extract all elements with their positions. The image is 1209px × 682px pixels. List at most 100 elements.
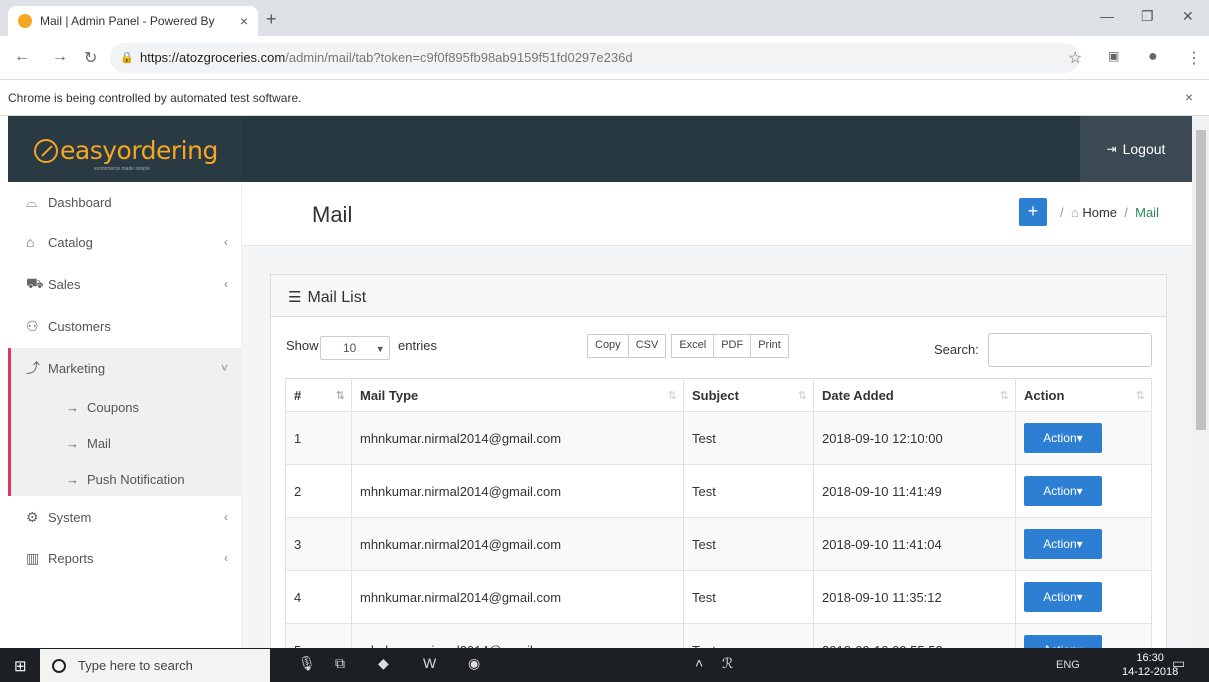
infobar-close-icon[interactable]: × [1185,89,1193,105]
breadcrumb-current: Mail [1135,205,1159,220]
caret-down-icon: ▾ [1076,431,1083,445]
table-header: # ⇅ Mail Type ⇅ Subject ⇅ Date Added ⇅ Actio… [285,378,1152,412]
sidebar-subitem-mail[interactable]: → Mail [8,425,242,461]
search-input[interactable] [988,333,1152,367]
taskbar-clock[interactable]: 16:30 14-12-2018 [1122,651,1178,679]
browser-tab-strip: Mail | Admin Panel - Powered By × + — ❐ … [0,0,1209,36]
sidebar-subitem-label: Mail [87,435,111,451]
chevron-down-icon: ˅ [220,361,228,375]
tab-close-icon[interactable]: × [240,13,248,29]
print-button[interactable]: Print [750,334,789,358]
scrollbar-thumb[interactable] [1196,130,1206,430]
lock-icon: 🔒 [120,52,134,64]
microphone-icon[interactable]: 🎙 [298,655,316,672]
sidebar-item-label: Catalog [48,234,93,250]
add-button[interactable]: + [1019,198,1047,226]
col-header-date-added[interactable]: Date Added ⇅ [813,379,1015,411]
menu-icon[interactable]: ⋮ [1186,48,1202,68]
logout-label: Logout [1122,141,1166,157]
excel-button[interactable]: Excel [671,334,715,358]
entries-value: 10 [343,341,357,355]
notification-icon[interactable]: ▭ [1172,655,1185,672]
chrome-icon[interactable]: ◉ [468,655,480,672]
arrow-right-icon: → [66,399,79,415]
chevron-left-icon: ‹ [224,235,228,249]
cell-mail-type: mhnkumar.nirmal2014@gmail.com [351,571,683,623]
extension-icon[interactable]: ▣ [1108,49,1119,63]
logo[interactable]: easyordering [34,136,218,165]
sidebar-subitem-push-notification[interactable]: → Push Notification [8,461,242,497]
sort-icon: ⇅ [667,389,677,402]
copy-button[interactable]: Copy [587,334,629,358]
restore-icon[interactable]: ❐ [1141,8,1154,25]
cortana-icon [52,658,66,673]
cell-mail-type-text: mhnkumar.nirmal2014@gmail.com [360,430,562,446]
sidebar-subitem-coupons[interactable]: → Coupons [8,389,242,425]
action-dropdown-button[interactable]: Action ▾ [1024,582,1102,612]
action-dropdown-button[interactable]: Action ▾ [1024,423,1102,453]
language-indicator[interactable]: ENG [1056,659,1080,671]
table-row: 2 mhnkumar.nirmal2014@gmail.com Test 2018-0… [285,465,1152,518]
people-icon[interactable]: ℛ [722,655,733,672]
cell-num-text: 4 [294,589,302,605]
caret-down-icon: ▾ [1076,537,1083,551]
reload-icon[interactable]: ↻ [84,48,97,68]
csv-button[interactable]: CSV [627,334,667,358]
sidebar-item-label: Reports [48,550,94,566]
pdf-button[interactable]: PDF [713,334,752,358]
sort-asc-icon: ⇅ [335,389,345,402]
list-icon: ☰ [288,289,302,306]
cell-mail-type: mhnkumar.nirmal2014@gmail.com [351,412,683,464]
sidebar-item-dashboard[interactable]: ⌓ Dashboard [8,182,242,222]
minimize-icon[interactable]: — [1100,8,1114,24]
sidebar-item-label: Marketing [48,360,106,376]
cell-num-text: 1 [294,430,302,446]
taskbar-search[interactable]: Type here to search [40,649,270,682]
action-label: Action [1043,484,1077,498]
forward-icon[interactable]: → [52,48,68,66]
col-header-mail-type[interactable]: Mail Type ⇅ [351,379,683,411]
breadcrumb-home[interactable]: Home [1082,205,1117,220]
taskbar-search-placeholder: Type here to search [78,658,193,673]
cell-subject-text: Test [692,430,716,446]
sidebar-item-catalog[interactable]: ⌂ Catalog ‹ [8,222,242,262]
new-tab-button[interactable]: + [266,9,277,30]
sidebar-item-label: Customers [48,318,111,334]
col-header-subject[interactable]: Subject ⇅ [683,379,813,411]
sidebar-item-marketing[interactable]: ⤴ Marketing ˅ [8,348,242,388]
col-header-action[interactable]: Action ⇅ [1015,379,1152,411]
sidebar-item-sales[interactable]: ⛟ Sales ‹ [8,264,242,304]
sort-icon: ⇅ [1135,389,1145,402]
sidebar-item-system[interactable]: ⚙ System ‹ [8,497,242,537]
cell-mail-type-text: mhnkumar.nirmal2014@gmail.com [360,483,562,499]
clock-time: 16:30 [1136,652,1164,664]
windows-start-icon[interactable]: ⊞ [14,657,27,675]
back-icon[interactable]: ← [14,48,30,66]
url-text[interactable]: https://atozgroceries.com/admin/mail/tab… [140,50,633,65]
url-host: https://atozgroceries.com [140,50,286,65]
task-view-icon[interactable]: ⧉ [335,655,345,672]
table-row: 1 mhnkumar.nirmal2014@gmail.com Test 2018-0… [285,412,1152,465]
favicon-icon [18,14,32,28]
tray-expand-icon[interactable]: ˄ [695,655,703,671]
dashboard-icon: ⌓ [26,193,38,210]
bookmark-star-icon[interactable]: ☆ [1068,48,1082,68]
word-icon[interactable]: W [423,655,436,671]
profile-icon[interactable]: ● [1148,48,1158,66]
action-label: Action [1043,431,1077,445]
window-close-icon[interactable]: ✕ [1182,8,1194,25]
browser-tab[interactable]: Mail | Admin Panel - Powered By × [8,6,258,36]
entries-label: entries [398,338,438,353]
logout-button[interactable]: ⇥ Logout [1080,116,1192,182]
entries-select[interactable]: 10 ▼ [320,336,390,360]
table-row: 3 mhnkumar.nirmal2014@gmail.com Test 2018-0… [285,518,1152,571]
logo-icon [34,139,58,163]
cell-date-added: 2018-09-10 11:35:12 [813,571,1015,623]
cell-subject: Test [683,571,813,623]
app-icon[interactable]: ◆ [378,655,389,672]
col-header-num[interactable]: # ⇅ [285,379,351,411]
sidebar-item-reports[interactable]: ▥ Reports ‹ [8,538,242,578]
sidebar-item-customers[interactable]: ⚇ Customers [8,306,242,346]
action-dropdown-button[interactable]: Action ▾ [1024,476,1102,506]
action-dropdown-button[interactable]: Action ▾ [1024,529,1102,559]
